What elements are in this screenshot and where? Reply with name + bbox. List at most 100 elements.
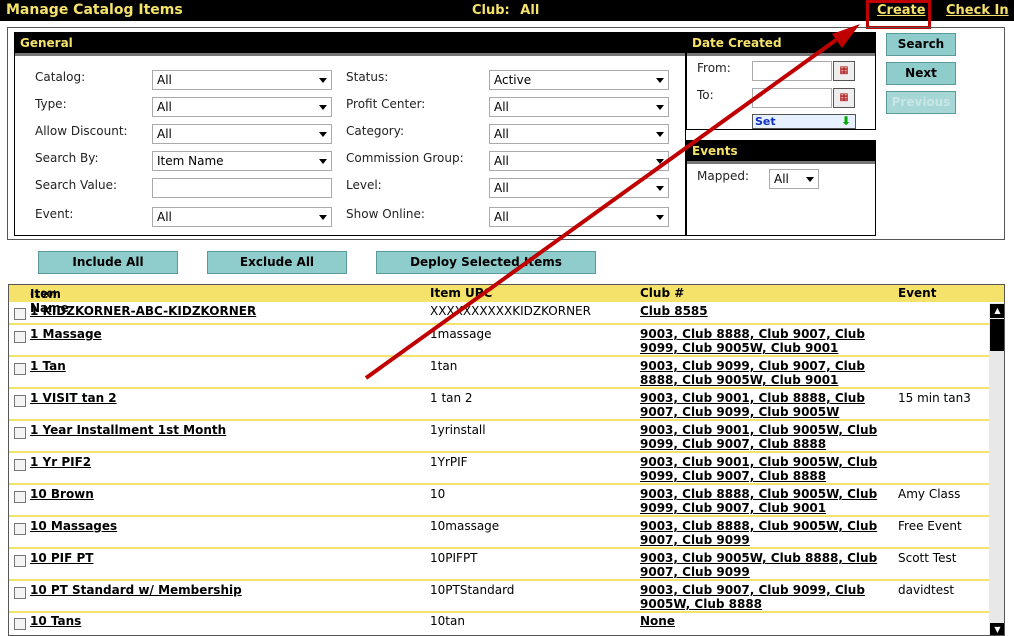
item-upc: 1YrPIF <box>430 455 468 469</box>
row-checkbox[interactable] <box>14 523 26 535</box>
col-club[interactable]: Club # <box>640 286 684 300</box>
item-name-link[interactable]: 1 Year Installment 1st Month <box>30 423 226 437</box>
item-name-link[interactable]: 10 Tans <box>30 614 81 628</box>
col-item-name[interactable]: Item Name (100) <box>30 286 69 315</box>
commission-group-select[interactable]: All <box>489 151 669 171</box>
club-label: Club: <box>472 3 510 18</box>
table-row: 1 KIDZKORNER-ABC-KIDZKORNER XXXXXXXXXXKI… <box>9 303 989 325</box>
item-name-link[interactable]: 10 Massages <box>30 519 117 533</box>
club-list-link[interactable]: 9003, Club 9001, Club 9005W, Club 9099, … <box>640 455 890 483</box>
set-date-button[interactable]: Set ⬇ <box>752 114 856 129</box>
catalog-label: Catalog: <box>35 70 86 84</box>
club-list-link[interactable]: 9003, Club 9001, Club 8888, Club 9007, C… <box>640 391 890 419</box>
row-checkbox[interactable] <box>14 363 26 375</box>
category-select[interactable]: All <box>489 124 669 144</box>
item-name-link[interactable]: 1 Massage <box>30 327 102 341</box>
club-value: All <box>520 3 540 18</box>
event-select[interactable]: All <box>152 207 332 227</box>
table-row: 1 VISIT tan 2 1 tan 2 9003, Club 9001, C… <box>9 389 989 421</box>
next-button[interactable]: Next <box>886 62 956 85</box>
table-row: 10 Brown 10 9003, Club 8888, Club 9005W,… <box>9 485 989 517</box>
previous-button[interactable]: Previous <box>886 91 956 114</box>
col-event[interactable]: Event <box>898 286 936 300</box>
status-label: Status: <box>346 70 389 84</box>
row-checkbox[interactable] <box>14 555 26 567</box>
profit-center-select[interactable]: All <box>489 97 669 117</box>
mapped-label: Mapped: <box>697 169 749 183</box>
row-checkbox[interactable] <box>14 459 26 471</box>
row-checkbox[interactable] <box>14 308 26 320</box>
row-checkbox[interactable] <box>14 587 26 599</box>
item-name-link[interactable]: 1 Tan <box>30 359 66 373</box>
event-value: Free Event <box>898 519 962 533</box>
club-list-link[interactable]: 9003, Club 8888, Club 9005W, Club 9007, … <box>640 519 890 547</box>
top-bar: Manage Catalog Items Club: All Create Ch… <box>0 0 1014 21</box>
search-by-label: Search By: <box>35 151 99 165</box>
chevron-down-icon <box>319 215 327 220</box>
check-in-link[interactable]: Check In <box>946 3 1009 18</box>
table-row: 10 PT Standard w/ Membership 10PTStandar… <box>9 581 989 613</box>
row-checkbox[interactable] <box>14 331 26 343</box>
grid-scrollbar[interactable]: ▲ ▼ <box>989 303 1004 635</box>
scroll-thumb[interactable] <box>990 319 1004 351</box>
club-list-link[interactable]: None <box>640 614 890 628</box>
search-value-input[interactable] <box>152 178 332 198</box>
club-list-link[interactable]: 9003, Club 8888, Club 9005W, Club 9099, … <box>640 487 890 515</box>
show-online-select[interactable]: All <box>489 207 669 227</box>
mapped-select[interactable]: All <box>769 169 819 189</box>
exclude-all-button[interactable]: Exclude All <box>207 251 347 274</box>
row-checkbox[interactable] <box>14 427 26 439</box>
from-date-input[interactable] <box>752 61 832 81</box>
type-select[interactable]: All <box>152 97 332 117</box>
to-date-input[interactable] <box>752 88 832 108</box>
item-upc: XXXXXXXXXXKIDZKORNER <box>430 304 591 318</box>
event-value: 15 min tan3 <box>898 391 971 405</box>
calendar-icon[interactable]: ▦ <box>833 61 855 81</box>
include-all-button[interactable]: Include All <box>38 251 178 274</box>
search-by-select[interactable]: Item Name <box>152 151 332 171</box>
set-label: Set <box>755 115 776 128</box>
item-upc: 1yrinstall <box>430 423 486 437</box>
club-list-link[interactable]: 9003, Club 9001, Club 9005W, Club 9099, … <box>640 423 890 451</box>
status-select[interactable]: Active <box>489 70 669 90</box>
date-created-panel: Date Created From: ▦ To: ▦ Set ⬇ <box>686 32 876 130</box>
allow-discount-select[interactable]: All <box>152 124 332 144</box>
create-highlight-box <box>866 0 931 29</box>
event-value: davidtest <box>898 583 955 597</box>
chevron-down-icon <box>656 159 664 164</box>
event-value: Amy Class <box>898 487 961 501</box>
chevron-down-icon <box>806 177 814 182</box>
chevron-down-icon <box>656 78 664 83</box>
item-name-link[interactable]: 10 Brown <box>30 487 94 501</box>
general-panel: General Catalog: All Type: All Allow Dis… <box>14 32 686 236</box>
row-checkbox[interactable] <box>14 618 26 630</box>
search-button[interactable]: Search <box>886 33 956 56</box>
item-name-link[interactable]: 10 PT Standard w/ Membership <box>30 583 242 597</box>
chevron-down-icon <box>656 186 664 191</box>
chevron-down-icon <box>656 132 664 137</box>
scroll-down-icon[interactable]: ▼ <box>990 623 1004 635</box>
club-list-link[interactable]: 9003, Club 9099, Club 9007, Club 8888, C… <box>640 359 890 387</box>
item-name-link[interactable]: 1 Yr PIF2 <box>30 455 91 469</box>
item-name-link[interactable]: 1 KIDZKORNER-ABC-KIDZKORNER <box>30 304 256 318</box>
club-list-link[interactable]: Club 8585 <box>640 304 890 318</box>
scroll-up-icon[interactable]: ▲ <box>990 304 1004 318</box>
level-select[interactable]: All <box>489 178 669 198</box>
col-item-upc[interactable]: Item UPC <box>430 286 492 300</box>
download-arrow-icon: ⬇ <box>840 114 851 128</box>
club-list-link[interactable]: 9003, Club 9007, Club 9099, Club 9005W, … <box>640 583 890 611</box>
calendar-icon[interactable]: ▦ <box>833 88 855 108</box>
table-row: 10 Massages 10massage 9003, Club 8888, C… <box>9 517 989 549</box>
item-name-link[interactable]: 10 PIF PT <box>30 551 94 565</box>
catalog-select[interactable]: All <box>152 70 332 90</box>
from-label: From: <box>697 61 731 75</box>
club-list-link[interactable]: 9003, Club 8888, Club 9007, Club 9099, C… <box>640 327 890 355</box>
row-checkbox[interactable] <box>14 491 26 503</box>
item-upc: 1 tan 2 <box>430 391 473 405</box>
item-upc: 10PIFPT <box>430 551 478 565</box>
club-list-link[interactable]: 9003, Club 9005W, Club 8888, Club 9007, … <box>640 551 890 579</box>
item-name-link[interactable]: 1 VISIT tan 2 <box>30 391 117 405</box>
row-checkbox[interactable] <box>14 395 26 407</box>
deploy-selected-button[interactable]: Deploy Selected Items <box>376 251 596 274</box>
level-label: Level: <box>346 178 382 192</box>
